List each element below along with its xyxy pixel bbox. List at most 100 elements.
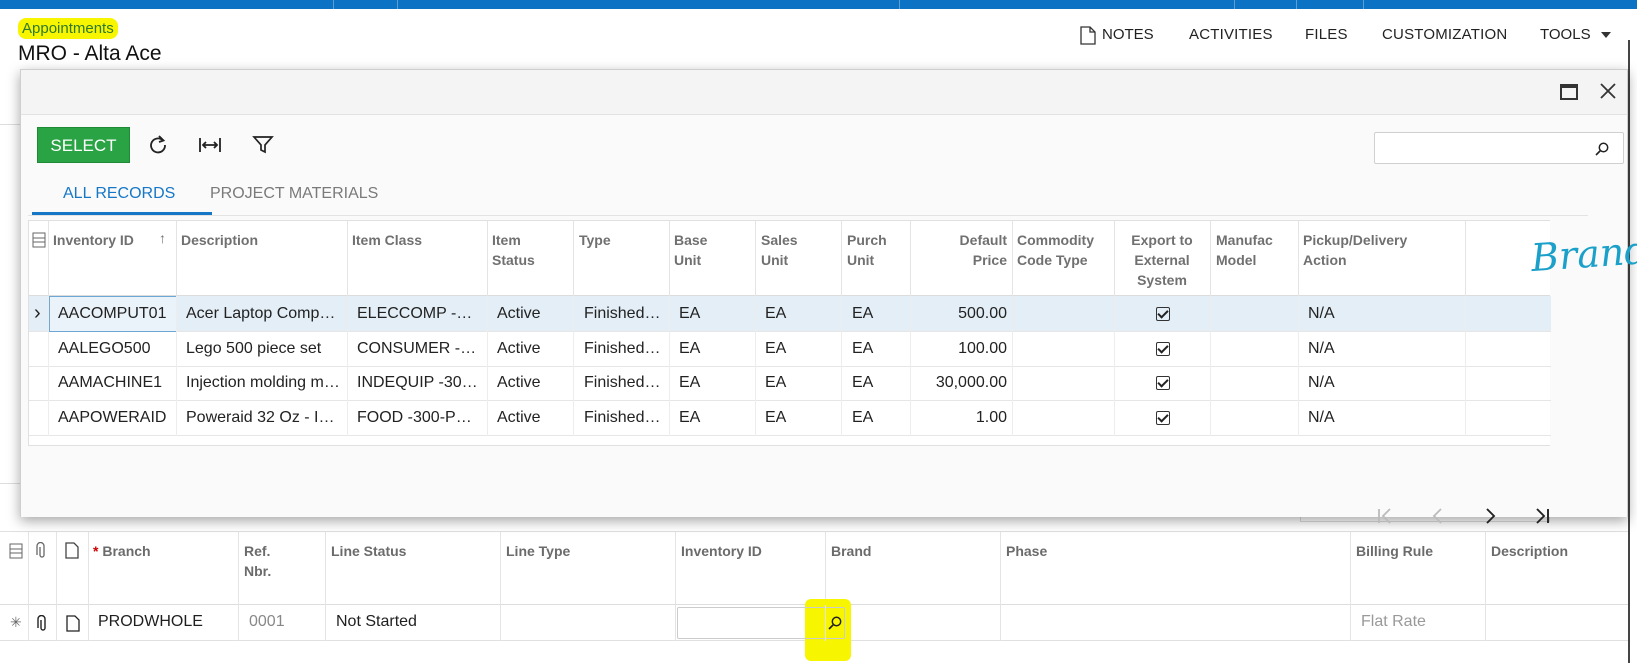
row-base-unit[interactable]: EA: [679, 305, 700, 323]
tab-all-records[interactable]: ALL RECORDS: [63, 185, 175, 203]
column-config-icon[interactable]: [9, 543, 23, 559]
row-description[interactable]: Acer Laptop Comp…: [186, 305, 335, 323]
row-inventory-id[interactable]: AALEGO500: [58, 340, 151, 358]
col-base-unit[interactable]: Base Unit: [674, 230, 707, 270]
attachment-icon[interactable]: [37, 615, 49, 633]
row-type[interactable]: Finished…: [584, 409, 660, 427]
tools-menu[interactable]: TOOLS: [1540, 26, 1612, 44]
row-pickup-action[interactable]: N/A: [1308, 305, 1335, 323]
col-sales-unit[interactable]: Sales Unit: [761, 230, 798, 270]
export-checkbox[interactable]: [1156, 307, 1170, 321]
row-sales-unit[interactable]: EA: [765, 340, 786, 358]
note-icon[interactable]: [66, 615, 80, 632]
previous-page-icon[interactable]: [1425, 503, 1451, 529]
column-config-icon[interactable]: [32, 232, 46, 248]
row-type[interactable]: Finished…: [584, 305, 660, 323]
row-branch[interactable]: PRODWHOLE: [98, 613, 203, 631]
row-description[interactable]: Lego 500 piece set: [186, 340, 321, 358]
row-inventory-id[interactable]: AAPOWERAID: [58, 409, 166, 427]
close-icon[interactable]: [1599, 82, 1617, 100]
customization-button[interactable]: CUSTOMIZATION: [1382, 26, 1507, 43]
table-row[interactable]: AALEGO500 Lego 500 piece set CONSUMER -… Ac…: [29, 330, 1551, 367]
row-purch-unit[interactable]: EA: [852, 374, 873, 392]
col-purch-unit[interactable]: Purch Unit: [847, 230, 887, 270]
row-item-class[interactable]: ELECCOMP -…: [357, 305, 472, 323]
col-manufac-model[interactable]: Manufac Model: [1216, 230, 1276, 270]
row-base-unit[interactable]: EA: [679, 340, 700, 358]
row-item-status[interactable]: Active: [497, 374, 541, 392]
row-line-status[interactable]: Not Started: [336, 613, 417, 631]
row-sales-unit[interactable]: EA: [765, 409, 786, 427]
row-inventory-id[interactable]: AAMACHINE1: [58, 374, 162, 392]
col-type[interactable]: Type: [579, 230, 611, 250]
col-billing-rule[interactable]: Billing Rule: [1356, 541, 1433, 561]
row-type[interactable]: Finished…: [584, 374, 660, 392]
row-pickup-action[interactable]: N/A: [1308, 340, 1335, 358]
col-pickup-delivery[interactable]: Pickup/Delivery Action: [1303, 230, 1407, 270]
activities-button[interactable]: ACTIVITIES: [1189, 26, 1273, 43]
row-item-status[interactable]: Active: [497, 340, 541, 358]
row-item-status[interactable]: Active: [497, 409, 541, 427]
last-page-icon[interactable]: [1529, 503, 1555, 529]
select-button[interactable]: SELECT: [37, 127, 130, 163]
fit-columns-icon[interactable]: [198, 133, 222, 157]
col-default-price[interactable]: Default Price: [915, 230, 1007, 270]
row-item-class[interactable]: FOOD -300-P…: [357, 409, 472, 427]
inventory-id-input[interactable]: [677, 607, 845, 639]
col-item-status[interactable]: Item Status: [492, 230, 535, 270]
export-checkbox[interactable]: [1156, 410, 1170, 425]
row-sales-unit[interactable]: EA: [765, 305, 786, 323]
row-pickup-action[interactable]: N/A: [1308, 409, 1335, 427]
maximize-icon[interactable]: [1560, 84, 1578, 100]
row-description[interactable]: Injection molding m…: [186, 374, 340, 392]
row-sales-unit[interactable]: EA: [765, 374, 786, 392]
files-button[interactable]: FILES: [1305, 26, 1348, 43]
col-export-external[interactable]: Export to External System: [1114, 230, 1210, 290]
table-row[interactable]: › AACOMPUT01 Acer Laptop Comp… ELECCOMP -… A…: [29, 296, 1551, 332]
row-default-price[interactable]: 500.00: [915, 305, 1007, 323]
col-item-class[interactable]: Item Class: [352, 230, 422, 250]
page-scrollbar[interactable]: [1628, 40, 1637, 663]
tab-project-materials[interactable]: PROJECT MATERIALS: [210, 185, 378, 203]
col-brand[interactable]: Brand: [831, 541, 871, 561]
row-type[interactable]: Finished…: [584, 340, 660, 358]
row-purch-unit[interactable]: EA: [852, 305, 873, 323]
row-base-unit[interactable]: EA: [679, 374, 700, 392]
dialog-search-input[interactable]: [1374, 132, 1624, 164]
row-purch-unit[interactable]: EA: [852, 409, 873, 427]
row-purch-unit[interactable]: EA: [852, 340, 873, 358]
row-inventory-id[interactable]: AACOMPUT01: [58, 305, 166, 323]
row-base-unit[interactable]: EA: [679, 409, 700, 427]
col-description[interactable]: Description: [1491, 541, 1568, 561]
details-grid-row[interactable]: ✳ PRODWHOLE 0001 Not Started Flat Rate: [0, 599, 1628, 661]
row-item-class[interactable]: INDEQUIP -30…: [357, 374, 478, 392]
export-checkbox[interactable]: [1156, 341, 1170, 356]
col-description[interactable]: Description: [181, 230, 258, 250]
row-default-price[interactable]: 30,000.00: [915, 374, 1007, 392]
row-description[interactable]: Poweraid 32 Oz - I…: [186, 409, 335, 427]
col-line-type[interactable]: Line Type: [506, 541, 570, 561]
refresh-icon[interactable]: [146, 133, 170, 157]
table-row[interactable]: AAPOWERAID Poweraid 32 Oz - I… FOOD -300-P…: [29, 399, 1551, 436]
row-default-price[interactable]: 1.00: [915, 409, 1007, 427]
first-page-icon[interactable]: [1372, 503, 1398, 529]
col-inventory-id[interactable]: Inventory ID: [681, 541, 762, 561]
row-billing-rule[interactable]: Flat Rate: [1361, 613, 1426, 631]
next-page-icon[interactable]: [1477, 503, 1503, 529]
col-inventory-id[interactable]: Inventory ID: [53, 230, 134, 250]
row-default-price[interactable]: 100.00: [915, 340, 1007, 358]
filter-icon[interactable]: [251, 133, 275, 157]
col-phase[interactable]: Phase: [1006, 541, 1047, 561]
col-ref-nbr[interactable]: Ref. Nbr.: [244, 541, 271, 581]
row-item-status[interactable]: Active: [497, 305, 541, 323]
breadcrumb[interactable]: Appointments: [18, 18, 118, 39]
col-branch[interactable]: * Branch: [93, 541, 151, 561]
table-row[interactable]: AAMACHINE1 Injection molding m… INDEQUIP -…: [29, 365, 1551, 401]
row-item-class[interactable]: CONSUMER -…: [357, 340, 476, 358]
col-line-status[interactable]: Line Status: [331, 541, 406, 561]
col-commodity-code-type[interactable]: Commodity Code Type: [1017, 230, 1097, 270]
row-pickup-action[interactable]: N/A: [1308, 374, 1335, 392]
search-icon[interactable]: [828, 616, 842, 630]
search-icon[interactable]: [1595, 142, 1609, 156]
export-checkbox[interactable]: [1156, 376, 1170, 390]
